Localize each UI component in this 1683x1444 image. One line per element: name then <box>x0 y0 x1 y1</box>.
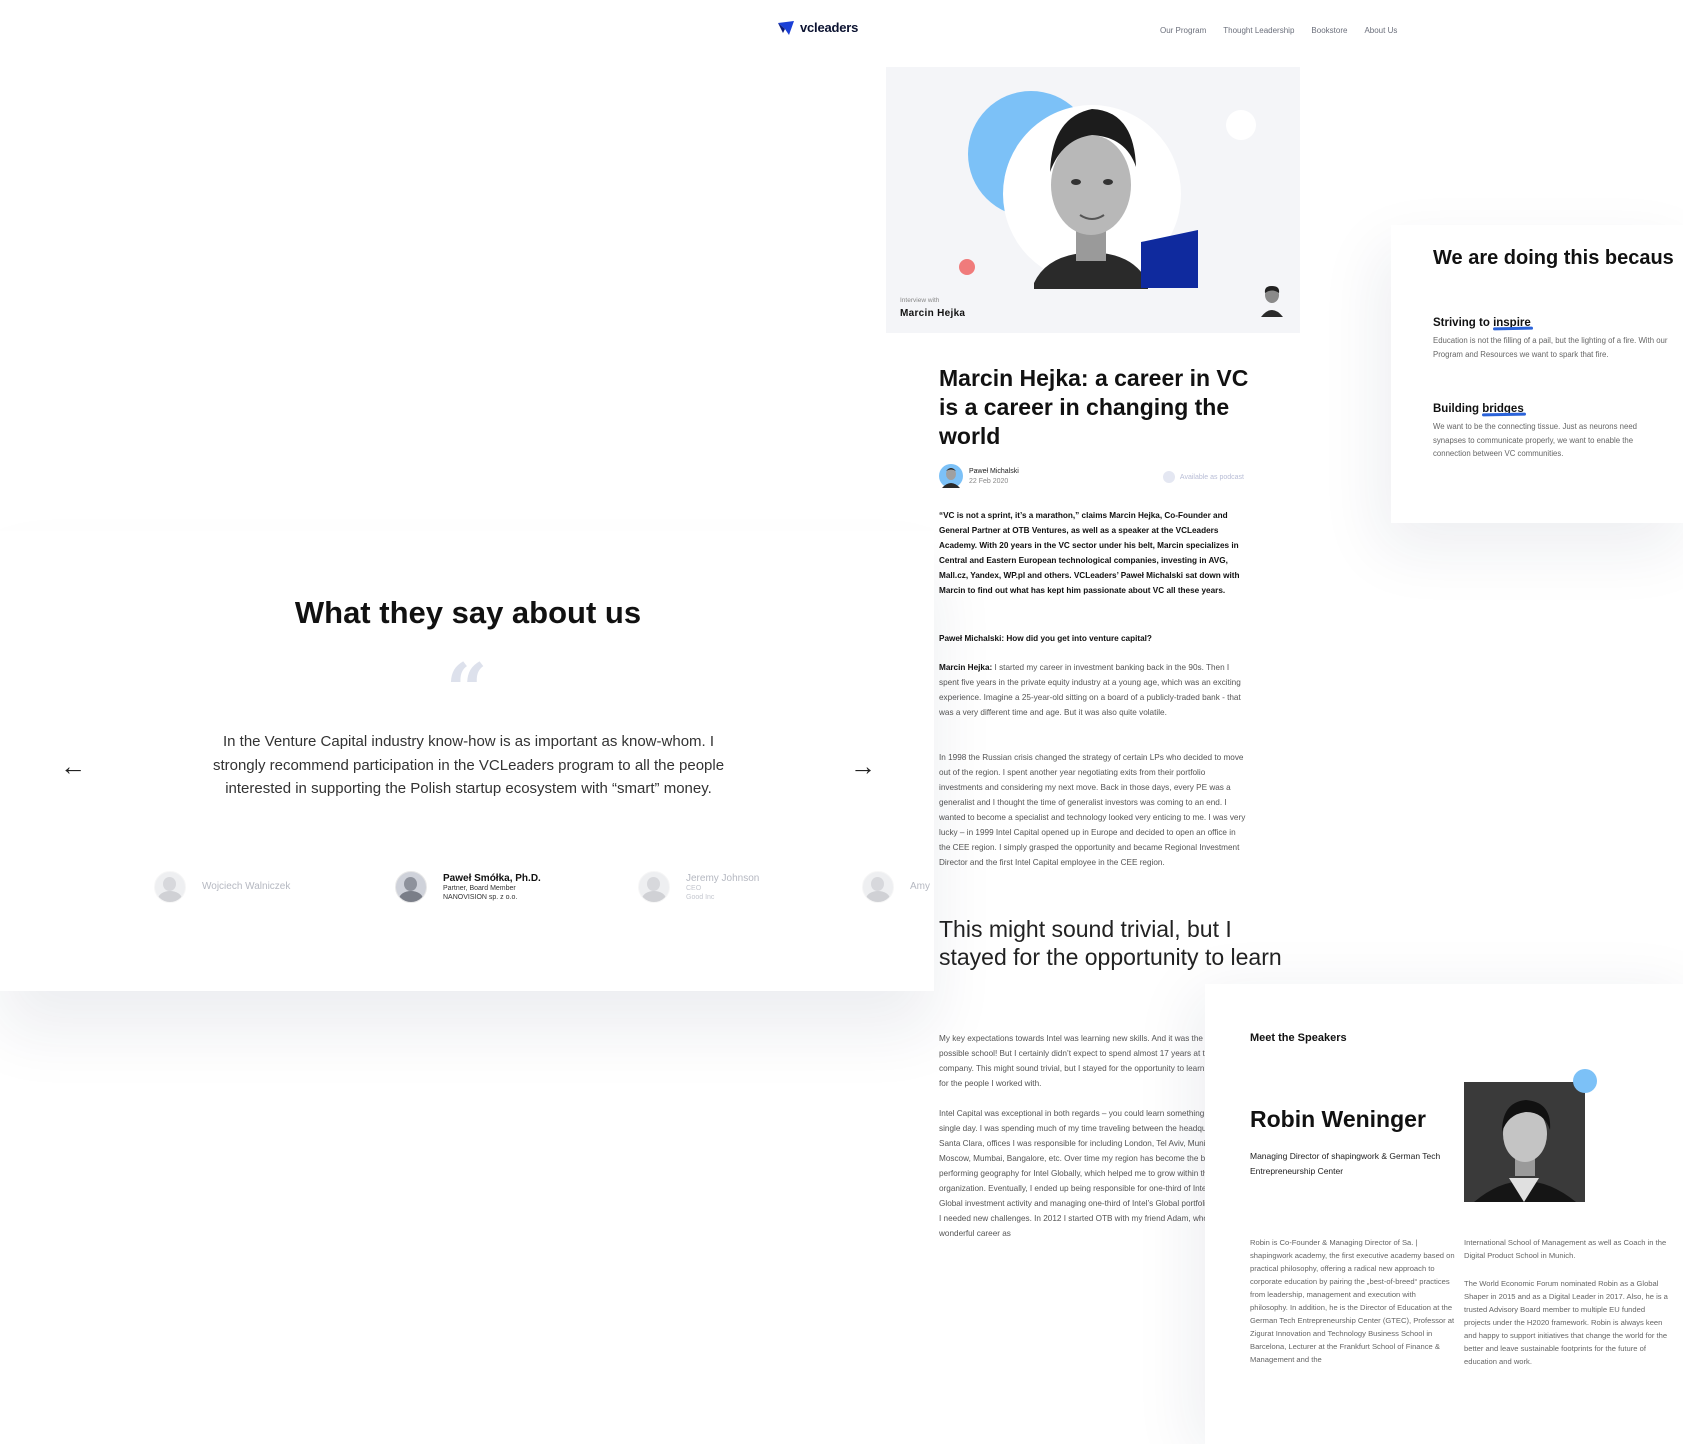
podcast-link[interactable]: Available as podcast <box>1162 471 1244 483</box>
mission-item-heading: Striving to inspire <box>1433 317 1531 329</box>
speaker-portrait <box>1464 1082 1585 1202</box>
mission-title: We are doing this becaus <box>1433 247 1674 269</box>
avatar <box>638 871 670 903</box>
avatar <box>154 871 186 903</box>
mission-item-text: We want to be the connecting tissue. Jus… <box>1433 422 1638 458</box>
mission-item-heading: Building bridges <box>1433 403 1524 415</box>
article-question: Paweł Michalski: How did you get into ve… <box>939 634 1152 643</box>
avatar <box>862 871 894 903</box>
testimonials-title: What they say about us <box>294 595 642 630</box>
answer-speaker: Marcin Hejka: <box>939 663 993 672</box>
mission-card: We are doing this becaus Striving to ins… <box>1391 225 1683 523</box>
article-title: Marcin Hejka: a career in VC is a career… <box>939 365 1249 449</box>
hero-white-dot <box>1226 110 1256 140</box>
mission-item-inspire: Striving to inspire Education is not the… <box>1433 317 1668 361</box>
person-name: Amy <box>910 881 930 892</box>
author-row: Paweł Michalski 22 Feb 2020 Available as… <box>939 464 1244 490</box>
person-name: Paweł Smółka, Ph.D. <box>443 873 541 884</box>
article-lead: “VC is not a sprint, it’s a marathon,” c… <box>939 511 1240 595</box>
interview-hero: Interview with Marcin Hejka <box>886 67 1300 333</box>
hero-illustration <box>959 91 1286 317</box>
speaker-bio-right-2: The World Economic Forum nominated Robin… <box>1464 1279 1668 1366</box>
logo-icon <box>778 20 794 35</box>
article-paragraph-4: Intel Capital was exceptional in both re… <box>939 1109 1249 1238</box>
next-arrow-icon[interactable]: → <box>850 753 876 779</box>
person-role: CEO <box>686 885 702 892</box>
article-answer: Marcin Hejka: I started my career in inv… <box>939 660 1249 720</box>
avatar <box>395 871 427 903</box>
person-name: Jeremy Johnson <box>686 873 760 884</box>
nav-bookstore[interactable]: Bookstore <box>1311 26 1347 35</box>
person-name: Wojciech Walniczek <box>202 881 291 892</box>
nav-our-program[interactable]: Our Program <box>1160 26 1206 35</box>
highlight-word: bridges <box>1482 403 1524 415</box>
nav-about-us[interactable]: About Us <box>1364 26 1397 35</box>
testimonial-person-4[interactable]: Amy <box>862 871 934 903</box>
speaker-blue-dot <box>1573 1069 1597 1093</box>
speaker-bio-left: Robin is Co-Founder & Managing Director … <box>1250 1238 1455 1364</box>
article-paragraph-3: My key expectations towards Intel was le… <box>939 1034 1239 1088</box>
main-nav: Our Program Thought Leadership Bookstore… <box>1160 26 1397 35</box>
speakers-heading: Meet the Speakers <box>1250 1032 1347 1044</box>
nav-thought-leadership[interactable]: Thought Leadership <box>1223 26 1294 35</box>
article-paragraph-2: In 1998 the Russian crisis changed the s… <box>939 753 1246 867</box>
person-company: NANOVISION sp. z o.o. <box>443 894 518 901</box>
podcast-icon <box>1162 471 1175 483</box>
testimonial-person-3[interactable]: Jeremy Johnson CEO Good Inc <box>638 871 759 903</box>
hero-label: Interview with <box>900 297 940 304</box>
speaker-photo[interactable] <box>1464 1082 1585 1202</box>
mission-item-bridges: Building bridges We want to be the conne… <box>1433 403 1668 461</box>
person-company: Good Inc <box>686 894 715 901</box>
hero-small-avatar <box>1258 285 1286 317</box>
brand-name: vcleaders <box>800 20 859 35</box>
testimonial-person-2[interactable]: Paweł Smółka, Ph.D. Partner, Board Membe… <box>395 871 541 903</box>
brand-logo[interactable]: vcleaders <box>778 20 858 35</box>
podcast-label: Available as podcast <box>1179 473 1244 481</box>
testimonial-person-1[interactable]: Wojciech Walniczek <box>154 871 290 903</box>
author-name[interactable]: Paweł Michalski <box>969 468 1019 475</box>
hero-coral-dot <box>959 259 975 275</box>
speaker-bio-right-1: International School of Management as we… <box>1464 1238 1667 1260</box>
testimonials-card: What they say about us “ In the Venture … <box>0 531 934 991</box>
testimonial-quote: In the Venture Capital industry know-how… <box>212 733 725 797</box>
author-avatar[interactable] <box>939 464 963 488</box>
mission-item-text: Education is not the filling of a pail, … <box>1433 336 1668 359</box>
speaker-name: Robin Weninger <box>1250 1106 1426 1132</box>
speakers-card: Meet the Speakers Robin Weninger Managin… <box>1205 984 1683 1444</box>
prev-arrow-icon[interactable]: ← <box>60 753 86 779</box>
highlight-word: inspire <box>1493 317 1531 329</box>
article-date: 22 Feb 2020 <box>969 478 1009 485</box>
person-role: Partner, Board Member <box>443 885 516 892</box>
article-pull-quote: This might sound trivial, but I stayed f… <box>939 916 1282 970</box>
hero-name: Marcin Hejka <box>900 308 966 319</box>
quote-mark-icon: “ <box>446 647 488 732</box>
speaker-role: Managing Director of shapingwork & Germa… <box>1250 1151 1441 1176</box>
